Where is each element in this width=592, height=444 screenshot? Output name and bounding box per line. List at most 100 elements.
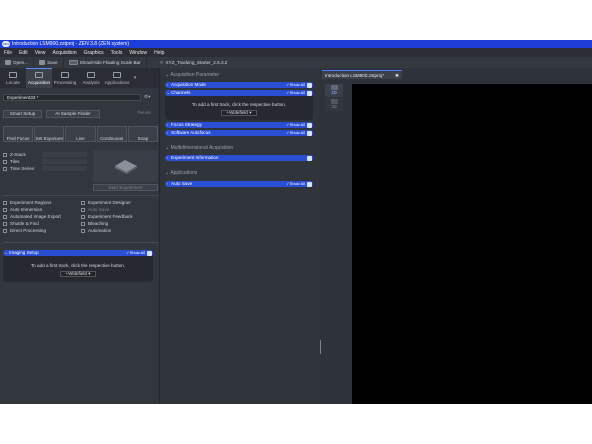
time-series-box[interactable] <box>3 166 7 171</box>
find-focus-button[interactable]: Find Focus <box>3 126 34 142</box>
imaging-setup-show-all[interactable]: ✓Show All <box>126 250 145 256</box>
tab-locate-label: Locate <box>6 79 20 85</box>
acquisition-mode-label: Acquisition Mode <box>171 82 206 87</box>
save-button[interactable]: Save <box>34 57 64 68</box>
focus-strategy-chevron-icon[interactable]: › <box>167 122 168 128</box>
auto-save-show-all[interactable]: ✓Show All <box>286 181 305 187</box>
software-autofocus-chevron-icon[interactable]: › <box>167 130 168 136</box>
floating-scale-bar-button[interactable]: Show/Hide Floating Scale Bar <box>64 57 147 68</box>
smart-setup-button[interactable]: Smart Setup <box>3 110 42 118</box>
tab-applications[interactable]: Applications <box>104 68 130 88</box>
imaging-setup-widefield-button[interactable]: +Widefield ▾ <box>60 271 96 277</box>
bleaching-checkbox[interactable]: Bleaching <box>81 220 158 227</box>
bleaching-box[interactable] <box>81 221 85 226</box>
collapse-chevron-icon[interactable]: ⌄ <box>5 250 8 256</box>
multidimensional-heading[interactable]: ⌄ Multidimensional Acquisition <box>165 145 233 151</box>
set-exposure-button[interactable]: Set Exposure <box>34 126 65 142</box>
tab-processing[interactable]: Processing <box>52 68 78 88</box>
acquisition-mode-show-all-label: Show All <box>289 82 305 87</box>
focus-strategy-show-all[interactable]: ✓Show All <box>286 122 305 128</box>
experiment-select[interactable]: Experiment33 * <box>3 94 141 101</box>
experiment-options-gear-icon[interactable]: ⚙▾ <box>144 94 158 101</box>
direct-processing-checkbox[interactable]: Direct Processing <box>3 227 81 234</box>
experiment-designer-checkbox[interactable]: Experiment Designer <box>81 199 158 206</box>
acquisition-mode-settings-icon[interactable] <box>307 82 312 88</box>
experiment-designer-box[interactable] <box>81 200 85 205</box>
acquisition-parameter-heading[interactable]: ⌄ Acquisition Parameter <box>165 72 219 78</box>
snap-button[interactable]: Snap <box>127 126 159 142</box>
imaging-setup-widefield-label: +Widefield <box>65 271 87 276</box>
floating-scale-label: Show/Hide Floating Scale Bar <box>79 60 141 65</box>
reuse-button[interactable]: Reuse <box>130 110 158 118</box>
menu-graphics[interactable]: Graphics <box>84 50 104 56</box>
menu-help[interactable]: Help <box>154 50 164 56</box>
focus-strategy-header[interactable]: › Focus Strategy ✓Show All <box>165 122 313 128</box>
applications-heading[interactable]: ⌄ Applications <box>165 170 197 176</box>
menu-acquisition[interactable]: Acquisition <box>52 50 76 56</box>
continuous-button[interactable]: Continuous <box>96 126 127 142</box>
document-tab[interactable]: Introduction LSM900.zstproj* ✱ <box>322 70 402 79</box>
automated-image-export-box[interactable] <box>3 214 7 219</box>
auto-save-settings-icon[interactable] <box>307 181 312 187</box>
tab-overflow-chevron-icon[interactable]: ▾ <box>130 68 140 88</box>
tiles-checkbox[interactable]: Tiles <box>3 158 88 165</box>
menu-window[interactable]: Window <box>129 50 147 56</box>
menu-tools[interactable]: Tools <box>111 50 123 56</box>
z-stack-value <box>42 152 88 157</box>
menu-edit[interactable]: Edit <box>19 50 28 56</box>
focus-strategy-settings-icon[interactable] <box>307 122 312 128</box>
experiment-information-chevron-icon[interactable]: › <box>167 155 168 161</box>
software-autofocus-header[interactable]: › Software Autofocus ✓Show All <box>165 130 313 136</box>
image-viewer[interactable] <box>352 84 592 404</box>
z-stack-checkbox[interactable]: Z-Stack <box>3 151 88 158</box>
acquisition-mode-show-all[interactable]: ✓Show All <box>286 82 305 88</box>
auto-save-chevron-icon[interactable]: › <box>167 181 168 187</box>
experiment-information-header[interactable]: › Experiment Information <box>165 155 313 161</box>
shuttle-find-checkbox[interactable]: Shuttle & Find <box>3 220 81 227</box>
macro-button[interactable]: ✕ XYZ_Tracking_Starter_2.5.3.2 <box>155 57 233 68</box>
experiment-information-settings-icon[interactable] <box>307 155 312 161</box>
experiment-name: Experiment33 * <box>7 95 39 100</box>
auto-save-checkbox[interactable]: Auto Save <box>81 206 158 213</box>
experiment-regions-checkbox[interactable]: Experiment Regions <box>3 199 81 206</box>
imaging-setup-settings-icon[interactable] <box>147 250 152 256</box>
experiment-feedback-checkbox[interactable]: Experiment Feedback <box>81 213 158 220</box>
tab-locate[interactable]: Locate <box>0 68 26 88</box>
tiles-box[interactable] <box>3 159 7 164</box>
tab-acquisition[interactable]: Acquisition <box>26 68 52 88</box>
software-autofocus-settings-icon[interactable] <box>307 130 312 136</box>
automation-checkbox[interactable]: Automation <box>81 227 158 234</box>
acquisition-mode-header[interactable]: › Acquisition Mode ✓Show All <box>165 82 313 88</box>
document-tab-close-icon[interactable]: ✱ <box>395 71 399 80</box>
auto-immersion-box[interactable] <box>3 207 7 212</box>
channels-widefield-button[interactable]: +Widefield ▾ <box>221 110 257 116</box>
open-button[interactable]: Open... <box>0 57 35 68</box>
channels-message: To add a first track, click the respecti… <box>191 102 287 107</box>
experiment-feedback-box[interactable] <box>81 214 85 219</box>
acquisition-mode-chevron-icon[interactable]: › <box>167 82 168 88</box>
automated-image-export-checkbox[interactable]: Automated Image Export <box>3 213 81 220</box>
view-2d-button[interactable]: 2D <box>325 84 343 97</box>
auto-save-header[interactable]: › Auto Save ✓Show All <box>165 181 313 187</box>
live-button[interactable]: Live <box>65 126 96 142</box>
z-stack-box[interactable] <box>3 152 7 157</box>
ai-sample-finder-button[interactable]: AI Sample Finder <box>46 110 100 118</box>
view-3d-button[interactable]: 3D <box>325 98 343 111</box>
imaging-setup-header[interactable]: ⌄ Imaging Setup ✓Show All <box>3 250 153 256</box>
auto-save-box[interactable] <box>81 207 85 212</box>
shuttle-find-box[interactable] <box>3 221 7 226</box>
open-label: Open... <box>13 60 29 65</box>
software-autofocus-show-all[interactable]: ✓Show All <box>286 130 305 136</box>
auto-immersion-checkbox[interactable]: Auto Immersion <box>3 206 81 213</box>
start-experiment-button[interactable]: Start Experiment <box>93 184 158 191</box>
time-series-checkbox[interactable]: Time Series <box>3 165 88 172</box>
automation-box[interactable] <box>81 228 85 233</box>
channels-settings-icon[interactable] <box>307 90 312 96</box>
panel-splitter-handle[interactable] <box>319 340 322 358</box>
experiment-regions-box[interactable] <box>3 200 7 205</box>
focus-strategy-label: Focus Strategy <box>171 122 202 127</box>
tab-analysis[interactable]: Analysis <box>78 68 104 88</box>
direct-processing-box[interactable] <box>3 228 7 233</box>
menu-file[interactable]: File <box>4 50 12 56</box>
menu-view[interactable]: View <box>35 50 46 56</box>
